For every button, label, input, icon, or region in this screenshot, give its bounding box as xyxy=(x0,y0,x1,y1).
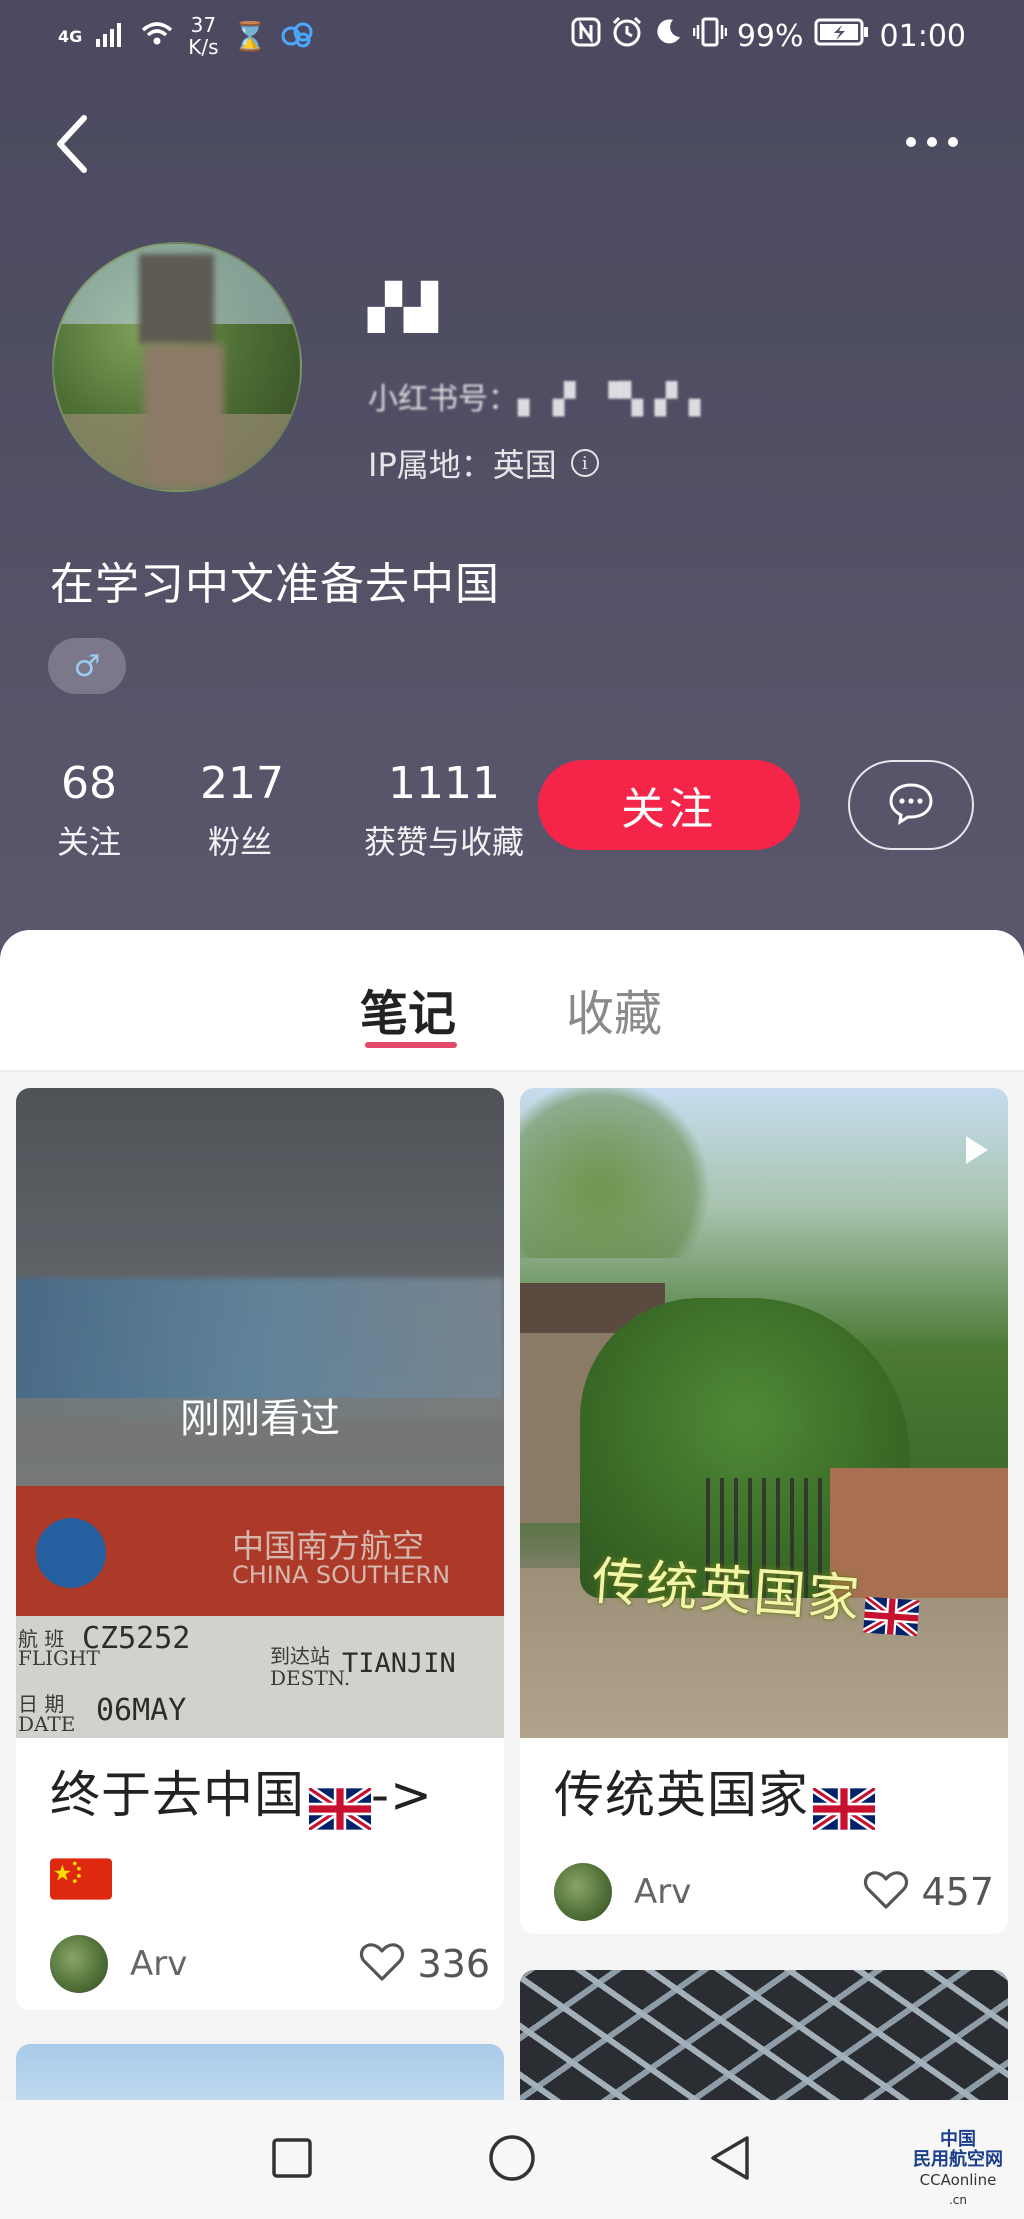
message-button[interactable] xyxy=(848,760,974,850)
profile-bio: 在学习中文准备去中国 xyxy=(50,559,500,610)
profile-avatar[interactable] xyxy=(52,242,302,492)
system-navigation-bar xyxy=(0,2100,1024,2219)
profile-user-id: 小红书号：▖▗▘ ▝▚▗▘▖ xyxy=(368,382,713,417)
note-cover-image[interactable]: 传统英国家 xyxy=(520,1088,1008,1738)
author-avatar[interactable] xyxy=(50,1935,108,1993)
tab-collections[interactable]: 收藏 xyxy=(566,974,662,1044)
follow-button[interactable]: 关注 xyxy=(538,760,800,850)
stat-label: 获赞与收藏 xyxy=(363,823,524,861)
male-icon: ♂ xyxy=(73,648,101,684)
system-back-button[interactable] xyxy=(700,2128,760,2188)
active-tab-indicator xyxy=(365,1042,457,1048)
note-cover-image[interactable] xyxy=(520,1970,1008,2120)
stat-value: 1111 xyxy=(388,758,500,809)
battery-icon xyxy=(814,17,870,55)
dot-icon xyxy=(906,137,916,147)
author-avatar[interactable] xyxy=(554,1863,612,1921)
note-cover-image[interactable]: 中国南方航空 CHINA SOUTHERN 航 班 FLIGHT CZ5252 … xyxy=(16,1088,504,1738)
network-indicator: 4G xyxy=(58,26,83,46)
chat-bubble-icon xyxy=(888,781,934,829)
china-flag-icon xyxy=(50,1848,112,1900)
alarm-icon xyxy=(611,16,643,56)
moon-icon xyxy=(653,17,683,55)
ip-location: IP属地：英国 i xyxy=(368,440,599,486)
stat-label: 关注 xyxy=(56,823,121,861)
clock: 01:00 xyxy=(879,18,966,54)
stat-label: 粉丝 xyxy=(207,823,272,861)
note-author-row: Arv 336 xyxy=(50,1934,490,1994)
note-card[interactable]: 中国南方航空 CHINA SOUTHERN 航 班 FLIGHT CZ5252 … xyxy=(16,1088,504,2010)
heart-icon xyxy=(359,1941,405,1987)
gender-badge: ♂ xyxy=(48,638,126,694)
signal-icon xyxy=(96,21,126,52)
speed-unit: K/s xyxy=(188,35,219,59)
watermark-line: 中国 xyxy=(940,2129,976,2150)
ip-location-text: IP属地：英国 xyxy=(368,446,557,484)
uk-flag-icon xyxy=(306,1778,374,1833)
video-play-icon xyxy=(966,1136,988,1164)
note-author-row: Arv 457 xyxy=(554,1862,994,1922)
hourglass-icon: ⌛ xyxy=(232,19,268,53)
note-card[interactable] xyxy=(520,1970,1008,2120)
like-button[interactable]: 336 xyxy=(359,1941,490,1987)
info-icon[interactable]: i xyxy=(570,449,599,477)
stat-likes-and-collects[interactable]: 1111 获赞与收藏 xyxy=(354,758,534,863)
profile-tabs: 笔记 收藏 xyxy=(0,930,1024,1072)
wifi-icon xyxy=(140,21,174,52)
nfc-icon xyxy=(571,17,601,55)
like-button[interactable]: 457 xyxy=(863,1869,994,1915)
note-title[interactable]: 终于去中国 -> xyxy=(50,1760,480,1900)
note-title[interactable]: 传统英国家 xyxy=(554,1760,984,1833)
uk-flag-icon xyxy=(861,1586,922,1640)
more-options-button[interactable] xyxy=(896,124,968,160)
tab-notes[interactable]: 笔记 xyxy=(360,974,456,1044)
stat-followers[interactable]: 217 粉丝 xyxy=(200,758,284,863)
recently-viewed-label: 刚刚看过 xyxy=(180,1396,340,1442)
like-count: 457 xyxy=(921,1870,994,1914)
note-title-text: 传统英国家 xyxy=(554,1766,809,1824)
note-title-text: 终于去中国 xyxy=(50,1766,305,1824)
back-button[interactable] xyxy=(48,108,104,180)
heart-icon xyxy=(863,1869,909,1915)
note-title-arrow: -> xyxy=(371,1766,433,1824)
vibrate-icon xyxy=(692,17,728,55)
watermark-line: .cn xyxy=(948,2193,968,2207)
site-watermark: 中国 民用航空网 CCAonline .cn xyxy=(898,2130,1018,2210)
watermark-line: 民用航空网 xyxy=(913,2149,1003,2170)
status-bar: 4G 37 K/s ⌛ 99% 01:00 xyxy=(0,0,1024,72)
dot-icon xyxy=(948,137,958,147)
watermark-line: CCAonline xyxy=(919,2171,997,2189)
note-card[interactable]: 传统英国家 传统英国家 Arv 457 xyxy=(520,1088,1008,1934)
recent-apps-button[interactable] xyxy=(262,2128,322,2188)
home-button[interactable] xyxy=(482,2128,542,2188)
stat-value: 217 xyxy=(200,758,284,809)
stat-following[interactable]: 68 关注 xyxy=(54,758,124,863)
author-name[interactable]: Arv xyxy=(634,1872,863,1912)
uk-flag-icon xyxy=(810,1778,878,1833)
author-name[interactable]: Arv xyxy=(130,1944,359,1984)
like-count: 336 xyxy=(417,1942,490,1986)
cloud-sync-icon xyxy=(281,20,315,53)
network-speed: 37 K/s xyxy=(188,14,218,58)
speed-value: 37 xyxy=(190,13,217,37)
dot-icon xyxy=(927,137,937,147)
profile-username: ▞▟ xyxy=(368,282,440,333)
battery-percent: 99% xyxy=(736,18,804,54)
stat-value: 68 xyxy=(61,758,117,809)
